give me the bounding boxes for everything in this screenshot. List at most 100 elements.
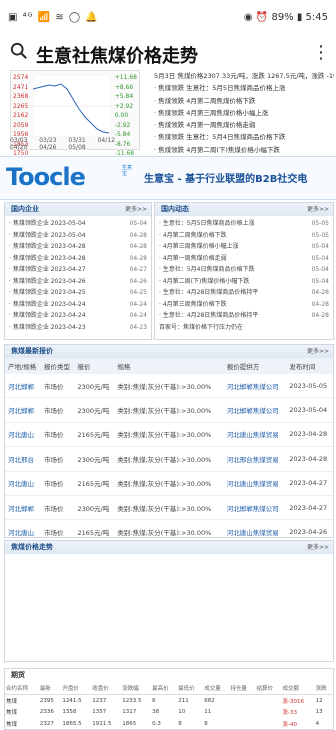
list-item[interactable]: · 焦煤领跌企业 2023-04-28 04-28 — [9, 253, 147, 265]
table-row[interactable]: 焦煤 2395 1241.5 1237 1233.5 6 211 682 涨-3016 12 — [5, 695, 333, 707]
column-header: 涨跌幅 — [121, 682, 152, 695]
table-cell: 2300元/吨 — [74, 397, 115, 423]
news-link[interactable]: · 焦煤领跌 生意社：5月5日焦煤商品价格上涨 — [154, 82, 334, 94]
more-link[interactable]: 更多>> — [307, 345, 329, 358]
table-cell — [229, 707, 255, 719]
table-cell: 6 — [152, 697, 156, 704]
list-item[interactable]: · 焦煤领跌企业 2023-04-24 04-24 — [9, 310, 147, 322]
table-cell[interactable]: 河北唐山 — [5, 422, 41, 448]
column-header: 规格 — [114, 358, 224, 374]
list-item[interactable]: · 焦煤领跌企业 2023-05-04 04-28 — [9, 230, 147, 242]
column-header: 报价 — [74, 358, 115, 374]
page-title: 生意社焦煤价格走势 — [36, 46, 198, 67]
chart-y-tick: 2574 — [13, 74, 29, 81]
table-cell[interactable]: 河北邢台 — [5, 446, 41, 472]
panel-title: 期货 — [11, 671, 25, 679]
column-header: 成交额 — [281, 682, 315, 695]
column-header: 收盘价 — [91, 682, 122, 695]
table-row[interactable]: 焦煤 2336 1358 1357 1317 38 10 11 涨-33 13 — [5, 707, 333, 719]
chart-x-tick: 03/31 — [68, 137, 98, 144]
search-icon[interactable] — [10, 42, 28, 60]
chart-y-tick: +2.92 — [114, 102, 134, 110]
table-cell: 市场价 — [40, 397, 75, 423]
list-item[interactable]: 百家号：焦煤价格下行压力仍在 — [159, 322, 329, 334]
news-link[interactable]: · 焦煤领跌 生意社：5月4日焦煤商品价格下跌 — [154, 131, 334, 143]
more-menu-icon[interactable]: ⋮ — [312, 42, 330, 63]
table-cell: 1317 — [122, 709, 137, 716]
news-link[interactable]: · 焦煤领跌 4月第三周焦煤价格小幅上涨 — [154, 107, 334, 119]
table-cell: 2300元/吨 — [74, 446, 115, 472]
news-link[interactable]: · 焦煤领跌 4月第二周焦煤价格下跌 — [154, 95, 334, 107]
list-item[interactable]: · 生意社：5月5日焦煤商品价格上涨 05-05 — [159, 218, 329, 230]
table-cell: 类别:焦煤;灰分(干基):>30.00% — [114, 397, 224, 423]
news-link[interactable]: · 焦煤领跌 4月第二周(下)焦煤价格小幅下跌 — [154, 144, 334, 156]
list-item[interactable]: · 焦煤领跌企业 2023-05-04 05-04 — [9, 218, 147, 230]
list-item-date: 04-24 — [129, 312, 147, 319]
list-item-date: 05-04 — [311, 243, 329, 250]
table-cell: 2023-04-27 — [286, 495, 333, 521]
table-cell: 焦煤 — [6, 710, 18, 717]
list-item[interactable]: · 4月第三周焦煤价格下跌 04-28 — [159, 299, 329, 311]
list-item[interactable]: · 焦煤领跌企业 2023-04-23 04-23 — [9, 322, 147, 334]
domestic-news-panel: 国内动态 更多>> · 生意社：5月5日焦煤商品价格上涨 05-05 · 4月第二周焦… — [154, 202, 334, 340]
list-item[interactable]: · 4月第一周焦煤价格走弱 05-04 — [159, 253, 329, 265]
list-item-date: 05-05 — [311, 220, 329, 227]
toocle-banner[interactable]: Toocle 生意宝 生意宝 - 基于行业联盟的B2B社交电 — [0, 156, 336, 200]
table-cell[interactable]: 河北邯郸 — [5, 397, 41, 423]
table-cell[interactable]: 河北邯郸焦煤公司 — [223, 495, 287, 521]
table-cell[interactable]: 河北邯郸 — [5, 374, 41, 399]
table-row[interactable]: 河北邢台市场价2300元/吨类别:焦煤;灰分(干基):>30.00%河北邢台焦煤… — [5, 446, 333, 472]
list-item[interactable]: · 焦煤领跌企业 2023-04-25 04-25 — [9, 287, 147, 299]
list-item-text: 百家号：焦煤价格下行压力仍在 — [159, 323, 244, 331]
column-header: 产地/规格 — [5, 358, 41, 374]
table-row[interactable]: 河北唐山 市场价 2165元/吨 类别:焦煤;灰分(干基):>30.00% 河北唐山焦煤… — [5, 471, 333, 496]
table-cell: 焦煤 — [6, 698, 18, 705]
list-item-text: · 生意社：5月5日焦煤商品价格上涨 — [159, 220, 255, 227]
list-item-text: · 4月第二周(下)焦煤价格小幅下跌 — [159, 277, 250, 285]
table-cell: 13 — [315, 709, 323, 716]
table-cell: 38 — [152, 709, 160, 716]
more-link[interactable]: 更多>> — [307, 541, 329, 554]
table-cell: 2165元/吨 — [74, 422, 115, 448]
list-item-date: 04-28 — [129, 254, 147, 262]
table-cell[interactable]: 河北邯郸焦煤公司 — [223, 397, 287, 423]
futures-panel: 期货 合约名称 最新 开盘价 收盘价 涨跌幅 最高价 最低价 成交量 持仓量 结算价 成交额 涨跌 焦… — [4, 668, 334, 730]
table-cell[interactable]: 河北唐山焦煤贸易 — [223, 471, 287, 496]
list-item[interactable]: · 生意社：5月4日焦煤商品价格下跌 05-04 — [159, 264, 329, 276]
news-link[interactable]: · 焦煤领跌 4月第一周焦煤价格走弱 — [154, 119, 334, 131]
chart-y-tick: +8.66 — [114, 83, 134, 91]
table-cell: 1233.5 — [122, 697, 142, 704]
table-cell[interactable]: 河北邢台焦煤贸易 — [223, 446, 287, 472]
list-item[interactable]: · 焦煤领跌企业 2023-04-28 04-28 — [9, 241, 147, 253]
table-cell[interactable]: 河北唐山焦煤贸易 — [223, 422, 287, 448]
list-item[interactable]: · 生意社：4月28日焦煤商品价格持平 04-28 — [159, 310, 329, 322]
chart-x-tick: 04/26 — [39, 144, 69, 151]
table-cell — [255, 707, 281, 719]
list-item-text: · 焦煤领跌企业 2023-04-24 — [9, 300, 86, 308]
table-cell: 2023-04-28 — [286, 446, 333, 472]
price-trend-panel: 焦煤价格走势 更多>> — [4, 540, 334, 662]
table-row[interactable]: 河北邯郸 市场价 2300元/吨 类别:焦煤;灰分(干基):>30.00% 河北邯郸焦煤… — [5, 374, 333, 399]
list-item[interactable]: · 4月第二周(下)焦煤价格小幅下跌 05-04 — [159, 276, 329, 288]
more-link[interactable]: 更多>> — [125, 203, 147, 216]
chart-x-tick: 03/03 — [10, 137, 40, 144]
list-item[interactable]: · 焦煤领跌企业 2023-04-24 04-24 — [9, 299, 147, 311]
more-link[interactable]: 更多>> — [307, 203, 329, 216]
column-header: 结算价 — [255, 682, 282, 695]
list-item[interactable]: · 焦煤领跌企业 2023-04-27 04-27 — [9, 264, 147, 276]
table-cell: 2023-04-27 — [286, 471, 333, 496]
list-item[interactable]: · 4月第二周焦煤价格下跌 05-05 — [159, 230, 329, 242]
table-row[interactable]: 河北邯郸 市场价 2300元/吨 类别:焦煤;灰分(干基):>30.00% 河北邯郸焦煤… — [5, 495, 333, 521]
table-cell: 市场价 — [40, 374, 75, 399]
table-row[interactable]: 河北唐山 市场价 2165元/吨 类别:焦煤;灰分(干基):>30.00% 河北唐山焦煤… — [5, 422, 333, 448]
table-cell[interactable]: 河北唐山 — [5, 471, 41, 496]
top-news-list: 5月3日 焦煤价格2307.33元/吨，涨跌 1267.5元/吨，涨跌 -195… — [154, 70, 334, 168]
table-cell[interactable]: 河北邯郸 — [5, 495, 41, 521]
chart-y-tick: 2162 — [13, 112, 29, 119]
list-item[interactable]: · 生意社：4月28日焦煤商品价格持平 04-28 — [159, 287, 329, 299]
list-item[interactable]: · 焦煤领跌企业 2023-04-26 04-26 — [9, 276, 147, 288]
list-item[interactable]: · 4月第三周焦煤价格小幅上涨 05-04 — [159, 241, 329, 253]
table-cell[interactable]: 河北邯郸焦煤公司 — [223, 374, 287, 399]
table-row[interactable]: 河北邯郸 市场价 2300元/吨 类别:焦煤;灰分(干基):>30.00% 河北邯郸焦煤… — [5, 397, 333, 423]
table-cell: 涨-33 — [282, 710, 297, 717]
